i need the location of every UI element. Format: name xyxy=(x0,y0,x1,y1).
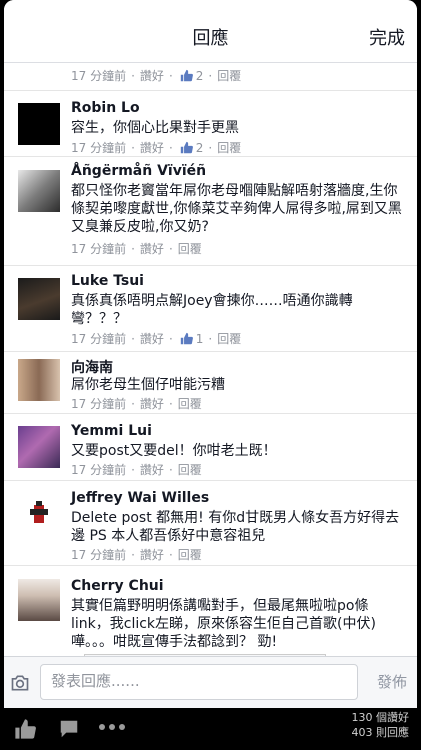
phone-screen: 回應 完成 17 分鐘前 · 讚好 · 2 · 回覆 Robin Lo 容生，你… xyxy=(0,0,421,750)
comment-time: 17 分鐘前 xyxy=(71,141,127,155)
comment-text: 容生，你個心比果對手更黑 xyxy=(71,120,239,136)
like-link[interactable]: 讚好 xyxy=(140,330,164,347)
comment-text: 又要post又要del！你咁老土既！ xyxy=(71,443,277,459)
comment-time: 17 分鐘前 xyxy=(71,463,127,477)
like-link[interactable]: 讚好 xyxy=(140,139,164,156)
more-icon[interactable] xyxy=(98,722,126,732)
like-thumb-icon xyxy=(180,332,193,345)
comment-meta: 17 分鐘前 · 讚好 · 回覆 xyxy=(71,546,202,563)
comment-item: Jeffrey Wai Willes Delete post 都無用! 有你d甘… xyxy=(4,480,417,565)
comment-meta: 17 分鐘前 · 讚好 · 2 · 回覆 xyxy=(71,139,242,156)
page-title: 回應 xyxy=(192,28,229,49)
bottom-toolbar: 130 個讚好 403 則回應 xyxy=(0,708,421,750)
comment-item: 向海南 屌你老母生個仔咁能污糟 17 分鐘前 · 讚好 · 回覆 xyxy=(4,351,417,413)
comment-text: 屌你老母生個仔咁能污糟 xyxy=(71,377,225,393)
header: 回應 完成 xyxy=(4,0,417,63)
comment-item: Robin Lo 容生，你個心比果對手更黑 17 分鐘前 · 讚好 · 2 · … xyxy=(4,90,417,156)
like-count: 2 xyxy=(195,68,204,83)
comment-time: 17 分鐘前 xyxy=(71,332,127,346)
comment-time: 17 分鐘前 xyxy=(71,69,127,83)
like-link[interactable]: 讚好 xyxy=(140,395,164,412)
comment-time: 17 分鐘前 xyxy=(71,242,127,256)
commenter-name[interactable]: Luke Tsui xyxy=(71,273,144,289)
like-link[interactable]: 讚好 xyxy=(140,461,164,478)
comment-item: Cherry Chui 其實佢篇野明明係講嚸對手，但最尾無啦啦po條link，我… xyxy=(4,565,417,665)
commenter-name[interactable]: Åñgërmåñ Vïvïéñ xyxy=(71,163,206,179)
previous-comment-meta: 17 分鐘前 · 讚好 · 2 · 回覆 xyxy=(71,67,242,84)
reply-link[interactable]: 回覆 xyxy=(178,461,202,478)
comment-item: Yemmi Lui 又要post又要del！你咁老土既！ 17 分鐘前 · 讚好… xyxy=(4,413,417,480)
reply-link[interactable]: 回覆 xyxy=(217,330,241,347)
comment-text: 真係真係唔明点解Joey會揀你……唔通你識轉彎？？？ xyxy=(71,293,353,327)
reply-link[interactable]: 回覆 xyxy=(178,546,202,563)
avatar-figure-icon xyxy=(30,501,48,523)
post-button[interactable]: 發佈 xyxy=(377,671,407,692)
comment-meta: 17 分鐘前 · 讚好 · 回覆 xyxy=(71,461,202,478)
comment-input[interactable] xyxy=(41,665,361,697)
like-count: 1 xyxy=(195,331,204,346)
like-link[interactable]: 讚好 xyxy=(140,546,164,563)
comment-input-field xyxy=(40,664,361,700)
avatar[interactable] xyxy=(18,493,60,535)
commenter-name[interactable]: Yemmi Lui xyxy=(71,423,152,439)
reply-link[interactable]: 回覆 xyxy=(178,240,202,257)
comment-meta: 17 分鐘前 · 讚好 · 回覆 xyxy=(71,240,202,257)
avatar[interactable] xyxy=(18,170,60,212)
comment-text: Delete post 都無用! 有你d甘既男人條女吾方好得去邊 PS 本人都吾… xyxy=(71,510,400,544)
reply-link[interactable]: 回覆 xyxy=(217,139,241,156)
commenter-name[interactable]: Robin Lo xyxy=(71,100,140,116)
comments-sheet: 回應 完成 17 分鐘前 · 讚好 · 2 · 回覆 Robin Lo 容生，你… xyxy=(4,0,417,708)
like-thumb-icon xyxy=(180,69,193,82)
reply-link[interactable]: 回覆 xyxy=(217,67,241,84)
commenter-name[interactable]: Jeffrey Wai Willes xyxy=(71,490,209,506)
camera-icon[interactable] xyxy=(10,673,30,693)
comment-item: Luke Tsui 真係真係唔明点解Joey會揀你……唔通你識轉彎？？？ 17 … xyxy=(4,265,417,351)
avatar[interactable] xyxy=(18,278,60,320)
comment-composer: 發佈 xyxy=(4,656,417,708)
comment-item: Åñgërmåñ Vïvïéñ 都只怪你老竇當年屌你老母嗰陣點解唔射落牆度,生你… xyxy=(4,156,417,265)
done-button[interactable]: 完成 xyxy=(369,24,405,50)
reply-link[interactable]: 回覆 xyxy=(178,395,202,412)
comment-icon[interactable] xyxy=(58,718,80,740)
comment-meta: 17 分鐘前 · 讚好 · 1 · 回覆 xyxy=(71,330,242,347)
avatar[interactable] xyxy=(18,426,60,468)
like-thumb-icon xyxy=(180,141,193,154)
avatar[interactable] xyxy=(18,103,60,145)
comment-text: 其實佢篇野明明係講嚸對手，但最尾無啦啦po條link，我click左睇，原來係容… xyxy=(71,598,376,650)
post-stats: 130 個讚好 403 則回應 xyxy=(352,710,410,740)
comments-count-text[interactable]: 403 則回應 xyxy=(352,725,410,740)
like-link[interactable]: 讚好 xyxy=(140,67,164,84)
commenter-name[interactable]: Cherry Chui xyxy=(71,578,164,594)
avatar[interactable] xyxy=(18,359,60,401)
comment-meta: 17 分鐘前 · 讚好 · 回覆 xyxy=(71,395,202,412)
commenter-name[interactable]: 向海南 xyxy=(71,357,113,377)
like-link[interactable]: 讚好 xyxy=(140,240,164,257)
comment-time: 17 分鐘前 xyxy=(71,397,127,411)
like-count: 2 xyxy=(195,140,204,155)
likes-count-text[interactable]: 130 個讚好 xyxy=(352,710,410,725)
comment-time: 17 分鐘前 xyxy=(71,548,127,562)
like-icon[interactable] xyxy=(14,718,36,740)
avatar[interactable] xyxy=(18,579,60,621)
comment-text: 都只怪你老竇當年屌你老母嗰陣點解唔射落牆度,生你條契弟嚟度獻世,你條菜艾辛夠俾人… xyxy=(71,183,402,235)
